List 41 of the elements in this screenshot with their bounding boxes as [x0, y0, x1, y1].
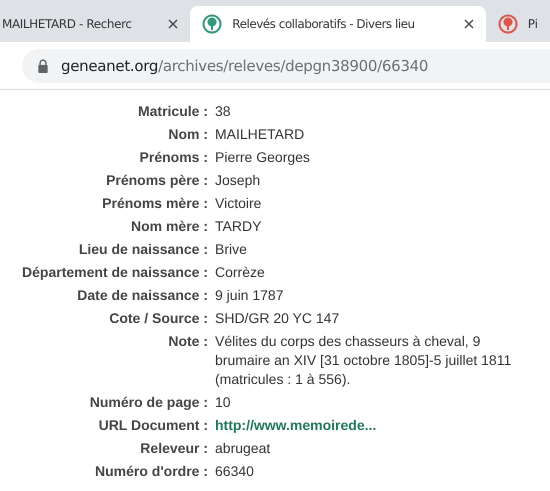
field-label: Nom : [167, 125, 208, 144]
lock-icon [37, 58, 49, 72]
tab-title: Pi [528, 17, 538, 31]
browser-tab[interactable]: MAILHETARD - Recherc [0, 6, 190, 42]
field-value: Brive [215, 240, 248, 259]
field-value: Pierre Georges [215, 148, 311, 167]
field-value: abrugeat [215, 439, 272, 458]
field-value: 66340 [215, 462, 255, 481]
field-value: 9 juin 1787 [215, 286, 285, 305]
field-value: Corrèze [215, 263, 266, 282]
field-label: Nom mère : [130, 217, 208, 236]
field-label: Lieu de naissance : [78, 240, 208, 259]
field-value: Joseph [215, 171, 262, 190]
field-value: Victoire [215, 194, 262, 213]
field-label: Cote / Source : [108, 309, 208, 328]
field-label: URL Document : [98, 416, 208, 435]
close-icon[interactable] [168, 19, 178, 29]
field-label: Numéro de page : [88, 393, 208, 412]
field-label: Releveur : [139, 439, 208, 458]
field-label: Département de naissance : [21, 263, 208, 282]
field-label: Prénoms mère : [101, 194, 208, 213]
url-text: geneanet.org/archives/releves/depgn38900/66340 [61, 56, 428, 74]
tab-title: MAILHETARD - Recherc [2, 17, 132, 31]
field-value: 10 [215, 393, 232, 412]
address-bar[interactable]: geneanet.org/archives/releves/depgn38900/66340 [22, 48, 550, 82]
field-value: TARDY [215, 217, 262, 236]
field-label: Prénoms père : [105, 171, 208, 190]
browser-tab[interactable]: Relevés collaboratifs - Divers lieu [190, 6, 486, 42]
browser-tab[interactable]: Pi [486, 6, 550, 42]
field-value: Vélites du corps des chasseurs à cheval, 9 brumaire an XIV [31 octobre 1805]-5 juillet 1811 (matricules : 1 à 556). [215, 332, 512, 389]
document-link[interactable]: http://www.memoirede... [215, 416, 520, 435]
field-label: Date de naissance : [76, 286, 208, 305]
close-icon[interactable] [464, 19, 474, 29]
field-label: Note : [167, 332, 208, 351]
field-value: SHD/GR 20 YC 147 [215, 309, 340, 328]
field-value: MAILHETARD [215, 125, 306, 144]
field-value: 38 [215, 102, 232, 121]
field-label: Prénoms : [138, 148, 208, 167]
field-label: Numéro d'ordre : [94, 462, 208, 481]
tab-title: Relevés collaboratifs - Divers lieu [232, 17, 416, 31]
field-label: Matricule : [136, 102, 208, 121]
